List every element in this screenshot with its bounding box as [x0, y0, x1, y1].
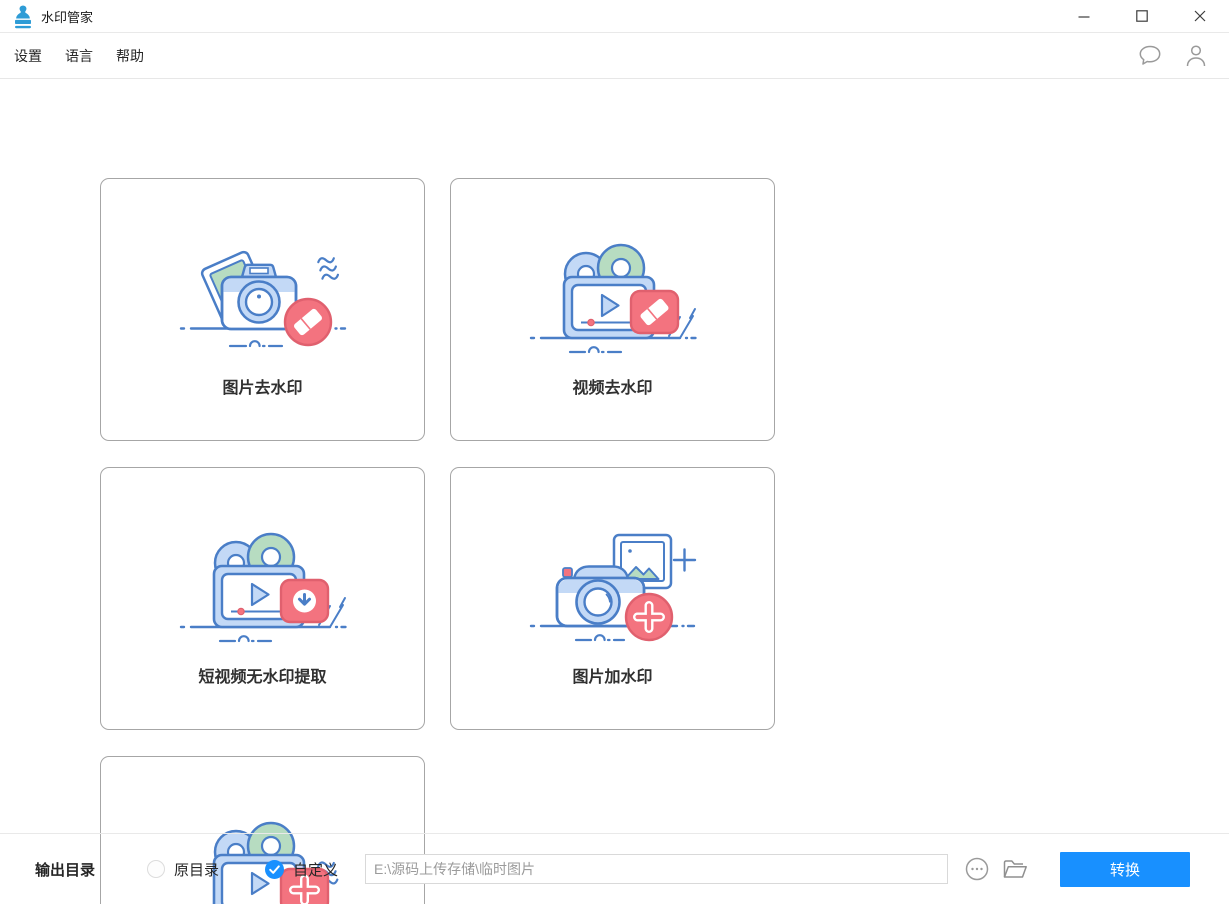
ellipsis-circle-icon[interactable]	[965, 857, 989, 881]
custom-dir-option[interactable]: 自定义	[265, 859, 338, 880]
camera-eraser-illustration	[178, 234, 348, 364]
custom-dir-option-label: 自定义	[293, 859, 338, 880]
card-label: 图片加水印	[572, 663, 652, 687]
original-dir-option[interactable]: 原目录	[147, 859, 219, 880]
maximize-button[interactable]	[1113, 0, 1171, 32]
card-image-remove-watermark[interactable]: 图片去水印	[100, 178, 425, 441]
menu-item-language[interactable]: 语言	[65, 46, 93, 66]
feature-cards: 图片去水印	[0, 79, 1030, 904]
main-content: 图片去水印	[0, 79, 1229, 832]
video-eraser-illustration	[528, 234, 698, 364]
titlebar: 水印管家	[0, 0, 1229, 33]
output-path-input[interactable]	[365, 854, 948, 884]
output-bar: 输出目录 原目录 自定义	[0, 833, 1229, 904]
app-window: 水印管家 设置 语言 帮助	[0, 0, 1229, 904]
radio-unchecked-icon[interactable]	[147, 860, 165, 878]
checkbox-checked-icon[interactable]	[265, 860, 284, 879]
menu-item-settings[interactable]: 设置	[14, 46, 42, 66]
minimize-button[interactable]	[1055, 0, 1113, 32]
menu-item-help[interactable]: 帮助	[116, 46, 144, 66]
menubar-right	[1138, 44, 1207, 67]
card-label: 图片去水印	[222, 374, 302, 398]
video-download-illustration	[178, 523, 348, 653]
card-label: 视频去水印	[572, 374, 652, 398]
output-dir-label: 输出目录	[35, 859, 95, 880]
original-dir-option-label: 原目录	[174, 859, 219, 880]
card-image-add-watermark[interactable]: 图片加水印	[450, 467, 775, 730]
app-title: 水印管家	[41, 7, 93, 26]
card-video-remove-watermark[interactable]: 视频去水印	[450, 178, 775, 441]
open-folder-icon[interactable]	[1002, 858, 1028, 880]
window-controls	[1055, 0, 1229, 32]
camera-plus-illustration	[528, 523, 698, 653]
chat-bubble-icon[interactable]	[1138, 45, 1162, 66]
menubar: 设置 语言 帮助	[0, 33, 1229, 79]
user-icon[interactable]	[1185, 44, 1207, 67]
convert-button[interactable]: 转换	[1060, 852, 1190, 887]
close-button[interactable]	[1171, 0, 1229, 32]
stamp-logo-icon	[13, 4, 33, 29]
card-label: 短视频无水印提取	[198, 663, 326, 687]
card-short-video-extract[interactable]: 短视频无水印提取	[100, 467, 425, 730]
